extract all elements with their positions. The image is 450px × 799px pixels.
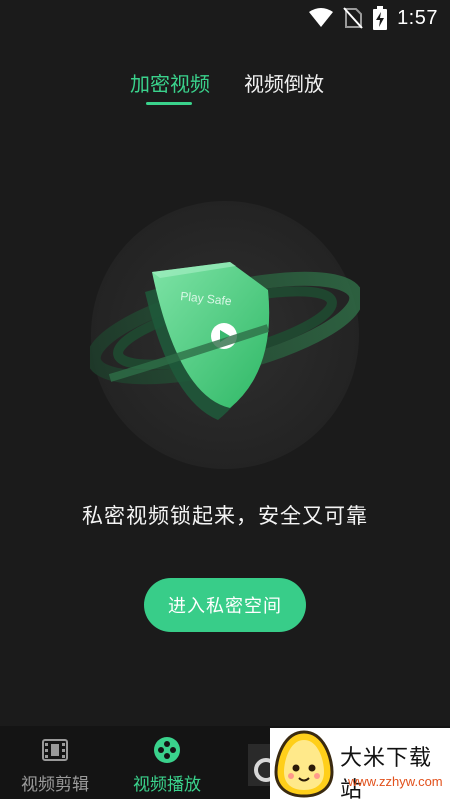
status-time: 1:57 (397, 6, 438, 29)
nav-item-video-edit[interactable]: 视频剪辑 (0, 736, 110, 795)
active-tab-indicator (146, 102, 192, 105)
battery-charging-icon (373, 6, 388, 30)
top-tabs: 加密视频 视频倒放 (0, 52, 450, 112)
enter-private-space-button[interactable]: 进入私密空间 (144, 578, 306, 632)
egg-mascot-logo (274, 730, 334, 798)
tagline: 私密视频锁起来，安全又可靠 (82, 504, 368, 528)
status-bar: 1:57 (0, 0, 450, 36)
status-icons: 1:57 (309, 6, 438, 30)
no-sim-icon (343, 7, 363, 29)
nav-label-video-play: 视频播放 (133, 775, 201, 795)
tab-encrypt-video[interactable]: 加密视频 (130, 68, 210, 97)
tab-reverse-video[interactable]: 视频倒放 (244, 68, 324, 97)
watermark-url: www.zzhyw.com (348, 774, 443, 789)
wifi-icon (309, 8, 334, 27)
shield-illustration: Play Safe (90, 201, 360, 469)
nav-label-video-edit: 视频剪辑 (21, 775, 89, 795)
nav-item-video-play[interactable]: 视频播放 (112, 736, 222, 795)
play-circle-icon (154, 737, 180, 763)
film-icon (42, 739, 68, 761)
watermark-title: 大米下载站 (340, 746, 433, 799)
watermark: 大米下载站 www.zzhyw.com (270, 728, 450, 799)
main-content: Play Safe 私密视频锁起来，安全又可靠 进入私密空间 (0, 112, 450, 726)
